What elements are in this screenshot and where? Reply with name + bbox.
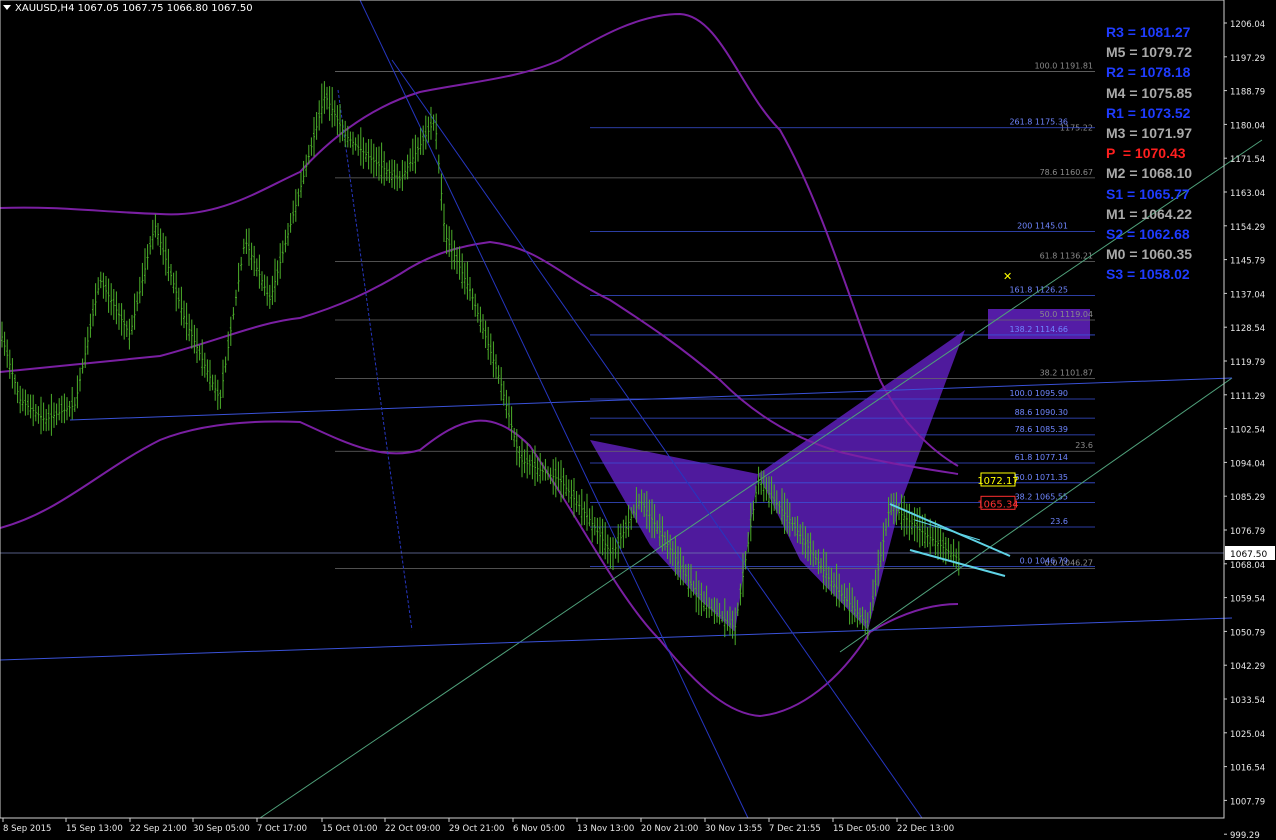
- price-axis-label-20: 1033.54: [1230, 696, 1265, 706]
- price-axis-label-19: 1042.29: [1230, 662, 1265, 672]
- fib-blue-label-0: 261.8 1175.36: [1009, 118, 1068, 127]
- price-axis-label-11: 1111.29: [1230, 392, 1265, 402]
- pivot-level-p: P = 1070.43: [1106, 145, 1186, 162]
- pivot-level-m3: M3 = 1071.97: [1106, 124, 1193, 141]
- chart-menu-triangle-icon[interactable]: [3, 5, 11, 10]
- price-axis-label-8: 1137.04: [1230, 290, 1265, 300]
- price-axis-label-14: 1085.29: [1230, 493, 1265, 503]
- pattern-leg-xabcd-2: [758, 330, 965, 630]
- channel-line-dashed: [337, 89, 413, 631]
- pivot-level-m4: M4 = 1075.85: [1106, 84, 1193, 101]
- pivot-level-s2: S2 = 1062.68: [1106, 225, 1190, 242]
- time-axis-label-9: 13 Nov 13:00: [577, 824, 634, 834]
- signal-marker-icon: ✕: [1003, 270, 1012, 283]
- fib-grey-label-3: 50.0 1119.04: [1040, 310, 1093, 319]
- pivot-level-s3: S3 = 1058.02: [1106, 266, 1190, 283]
- price-axis-label-7: 1145.79: [1230, 257, 1265, 267]
- fib-blue-label-3: 138.2 1114.66: [1009, 325, 1068, 334]
- price-axis-label-4: 1171.54: [1230, 155, 1265, 165]
- fib-grey-label-4: 38.2 1101.87: [1040, 369, 1093, 378]
- pivot-levels-panel: R3 = 1081.27 M5 = 1079.72 R2 = 1078.18 M4 =…: [1106, 22, 1192, 284]
- fib-blue-label-9: 38.2 1065.55: [1015, 493, 1068, 502]
- pivot-level-m1: M1 = 1064.22: [1106, 205, 1193, 222]
- pivot-level-s1: S1 = 1065.77: [1106, 185, 1190, 202]
- time-axis-label-6: 22 Oct 09:00: [385, 824, 440, 834]
- time-axis-label-7: 29 Oct 21:00: [449, 824, 504, 834]
- price-axis-label-12: 1102.54: [1230, 426, 1265, 436]
- pattern-leg-xabcd-1: [590, 440, 758, 632]
- price-axis-label-1: 1197.29: [1230, 54, 1265, 64]
- price-chart[interactable]: 100.0 1191.81 78.6 1160.67 61.8 1136.21 50.…: [0, 0, 1276, 840]
- fib-blue-label-7: 61.8 1077.14: [1015, 453, 1068, 462]
- fib-grey-label-5: 23.6: [1075, 441, 1093, 450]
- time-axis-label-11: 30 Nov 13:55: [705, 824, 762, 834]
- price-axis-label-17: 1059.54: [1230, 595, 1265, 605]
- time-axis-label-14: 22 Dec 13:00: [897, 824, 954, 834]
- time-axis-label-2: 22 Sep 21:00: [130, 824, 187, 834]
- pivot-level-m5: M5 = 1079.72: [1106, 44, 1193, 61]
- price-axis-label-5: 1163.04: [1230, 189, 1265, 199]
- price-axis-label-16: 1068.04: [1230, 561, 1265, 571]
- fib-blue-label-6: 78.6 1085.39: [1015, 425, 1068, 434]
- symbol-header: XAUUSD,H4 1067.05 1067.75 1066.80 1067.5…: [3, 3, 253, 14]
- fib-blue-label-8: 50.0 1071.35: [1015, 473, 1068, 482]
- time-axis-label-0: 8 Sep 2015: [3, 824, 51, 834]
- price-axis-label-23: 1007.79: [1230, 797, 1265, 807]
- fib-grey-label-0: 100.0 1191.81: [1034, 62, 1093, 71]
- price-tag-label-0: 1072.17: [977, 476, 1018, 487]
- bollinger-band-0: [0, 12, 959, 467]
- fib-blue-label-5: 88.6 1090.30: [1015, 408, 1068, 417]
- fib-grey-label-2: 61.8 1136.21: [1040, 251, 1093, 260]
- fib-blue-label-10: 23.6: [1050, 517, 1068, 526]
- fib-blue-label-2: 161.8 1126.25: [1009, 285, 1068, 294]
- price-axis-label-2: 1188.79: [1230, 88, 1265, 98]
- price-axis-label-22: 1016.54: [1230, 764, 1265, 774]
- price-axis-label-6: 1154.29: [1230, 223, 1265, 233]
- time-axis-label-10: 20 Nov 21:00: [641, 824, 698, 834]
- time-axis-label-13: 15 Dec 05:00: [833, 824, 890, 834]
- current-price-tag-label: 1067.50: [1230, 550, 1267, 560]
- symbol-name: XAUUSD,H4: [15, 3, 75, 14]
- time-axis-label-12: 7 Dec 21:55: [769, 824, 821, 834]
- price-axis-label-15: 1076.79: [1230, 527, 1265, 537]
- time-axis-label-5: 15 Oct 01:00: [322, 824, 377, 834]
- channel-line-1: [359, 0, 749, 819]
- pivot-level-r3: R3 = 1081.27: [1106, 24, 1191, 40]
- pivot-level-r2: R2 = 1078.18: [1106, 64, 1191, 81]
- time-axis-label-8: 6 Nov 05:00: [513, 824, 565, 834]
- price-axis-label-10: 1119.79: [1230, 358, 1265, 368]
- pivot-level-m2: M2 = 1068.10: [1106, 165, 1193, 182]
- pivot-level-r1: R1 = 1073.52: [1106, 104, 1191, 121]
- price-axis-label-18: 1050.79: [1230, 628, 1265, 638]
- wedge-upper-line: [889, 503, 1011, 557]
- trendline-support-blue: [0, 617, 1233, 661]
- price-axis-label-13: 1094.04: [1230, 459, 1265, 469]
- price-axis-label-9: 1128.54: [1230, 324, 1265, 334]
- price-tag-label-1: 1065.34: [977, 499, 1018, 510]
- pivot-level-m0: M0 = 1060.35: [1106, 246, 1193, 263]
- wedge-lower-line: [909, 549, 1006, 577]
- ohlc-values: 1067.05 1067.75 1066.80 1067.50: [77, 3, 253, 14]
- price-axis-label-24: 999.29: [1230, 831, 1260, 840]
- fib-blue-label-1: 200 1145.01: [1017, 221, 1068, 230]
- price-axis-label-0: 1206.04: [1230, 20, 1265, 30]
- time-axis-label-1: 15 Sep 13:00: [66, 824, 123, 834]
- fib-grey-label-1: 78.6 1160.67: [1040, 168, 1093, 177]
- price-axis-label-21: 1025.04: [1230, 730, 1265, 740]
- time-axis-label-3: 30 Sep 05:00: [193, 824, 250, 834]
- fib-blue-label-4: 100.0 1095.90: [1009, 389, 1068, 398]
- time-axis-label-4: 7 Oct 17:00: [257, 824, 307, 834]
- price-axis-label-3: 1180.04: [1230, 121, 1265, 131]
- fib-blue-label-11: 0.0 1046.79: [1020, 557, 1068, 566]
